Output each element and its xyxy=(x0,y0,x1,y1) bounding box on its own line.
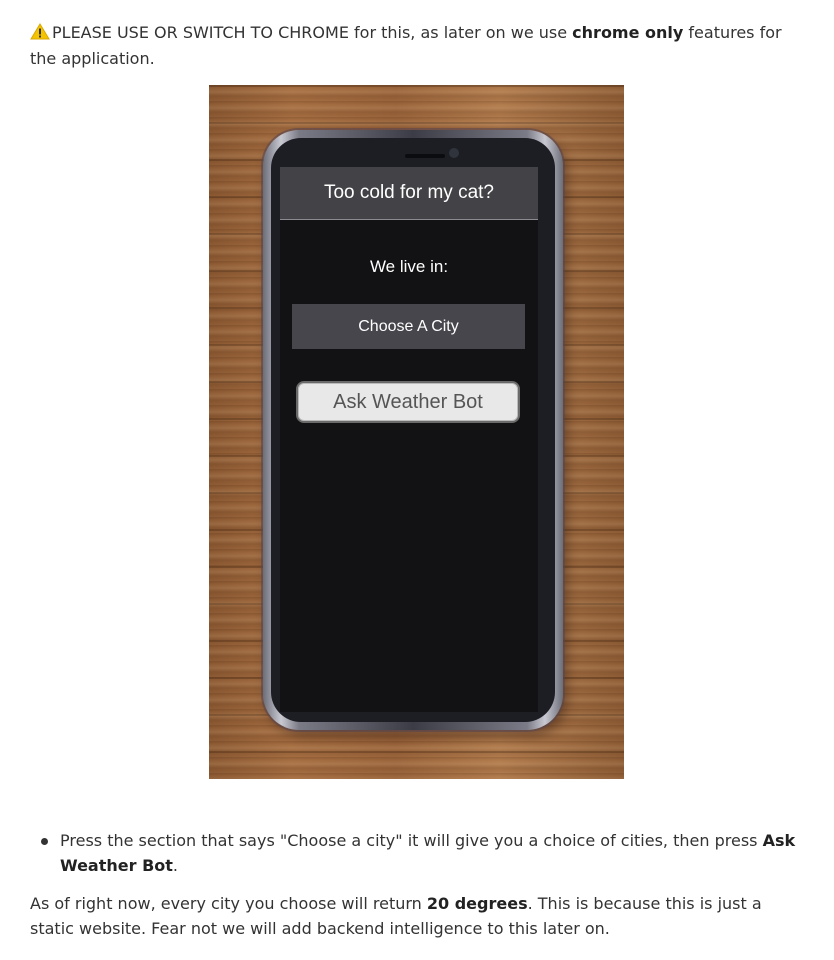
static-site-note: As of right now, every city you choose w… xyxy=(30,891,810,941)
location-label: We live in: xyxy=(369,257,449,276)
list-item: Press the section that says "Choose a ci… xyxy=(30,828,810,878)
note-emphasis: 20 degrees xyxy=(426,894,528,913)
city-select: Choose A City xyxy=(292,304,525,349)
phone-photo: Too cold for my cat? We live in: Choose … xyxy=(209,85,624,779)
app-title: Too cold for my cat? xyxy=(280,167,538,220)
bullet-icon xyxy=(41,838,48,845)
ask-weather-bot-button: Ask Weather Bot xyxy=(296,381,520,423)
phone-speaker xyxy=(405,154,445,158)
warning-emphasis: chrome only xyxy=(572,23,684,42)
chrome-warning: PLEASE USE OR SWITCH TO CHROME for this,… xyxy=(30,20,790,72)
app-screen: Too cold for my cat? We live in: Choose … xyxy=(280,167,538,712)
note-text: As of right now, every city you choose w… xyxy=(30,894,427,913)
instruction-end: . xyxy=(172,856,179,875)
front-camera-icon xyxy=(449,148,459,158)
warning-text: PLEASE USE OR SWITCH TO CHROME for this,… xyxy=(52,23,573,42)
instruction-list: Press the section that says "Choose a ci… xyxy=(30,828,810,878)
instruction-text: Press the section that says "Choose a ci… xyxy=(60,831,763,850)
warning-icon xyxy=(30,23,50,40)
